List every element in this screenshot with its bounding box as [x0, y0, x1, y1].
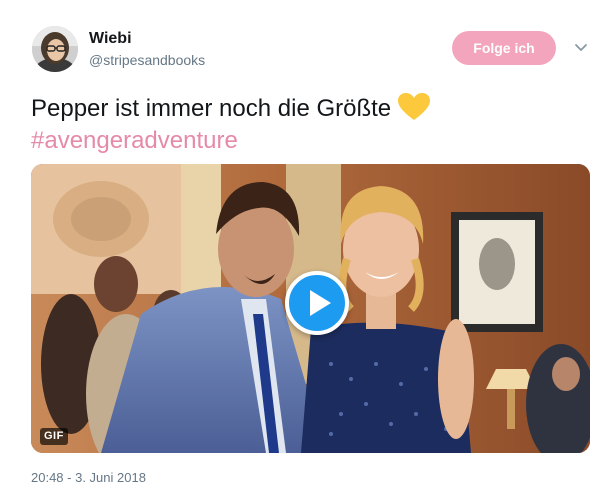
hashtag-link[interactable]: #avengeradventure: [31, 125, 571, 157]
author-handle[interactable]: @stripesandbooks: [89, 52, 205, 68]
tweet-timestamp[interactable]: 20:48 - 3. Juni 2018: [31, 470, 146, 486]
chevron-down-icon[interactable]: [573, 40, 589, 56]
tweet-body: Pepper ist immer noch die Größte: [31, 95, 392, 122]
avatar-image: [32, 26, 78, 72]
media-gif[interactable]: GIF: [31, 164, 590, 453]
play-button[interactable]: [285, 271, 349, 335]
author-display-name[interactable]: Wiebi: [89, 30, 132, 48]
tweet-text-line: Pepper ist immer noch die Größte: [31, 92, 571, 125]
avatar[interactable]: [32, 26, 78, 72]
follow-button[interactable]: Folge ich: [452, 31, 556, 65]
play-icon: [310, 290, 331, 316]
gif-badge: GIF: [40, 428, 68, 445]
yellow-heart-icon: [397, 92, 431, 122]
tweet-text: Pepper ist immer noch die Größte #avenge…: [31, 92, 571, 157]
